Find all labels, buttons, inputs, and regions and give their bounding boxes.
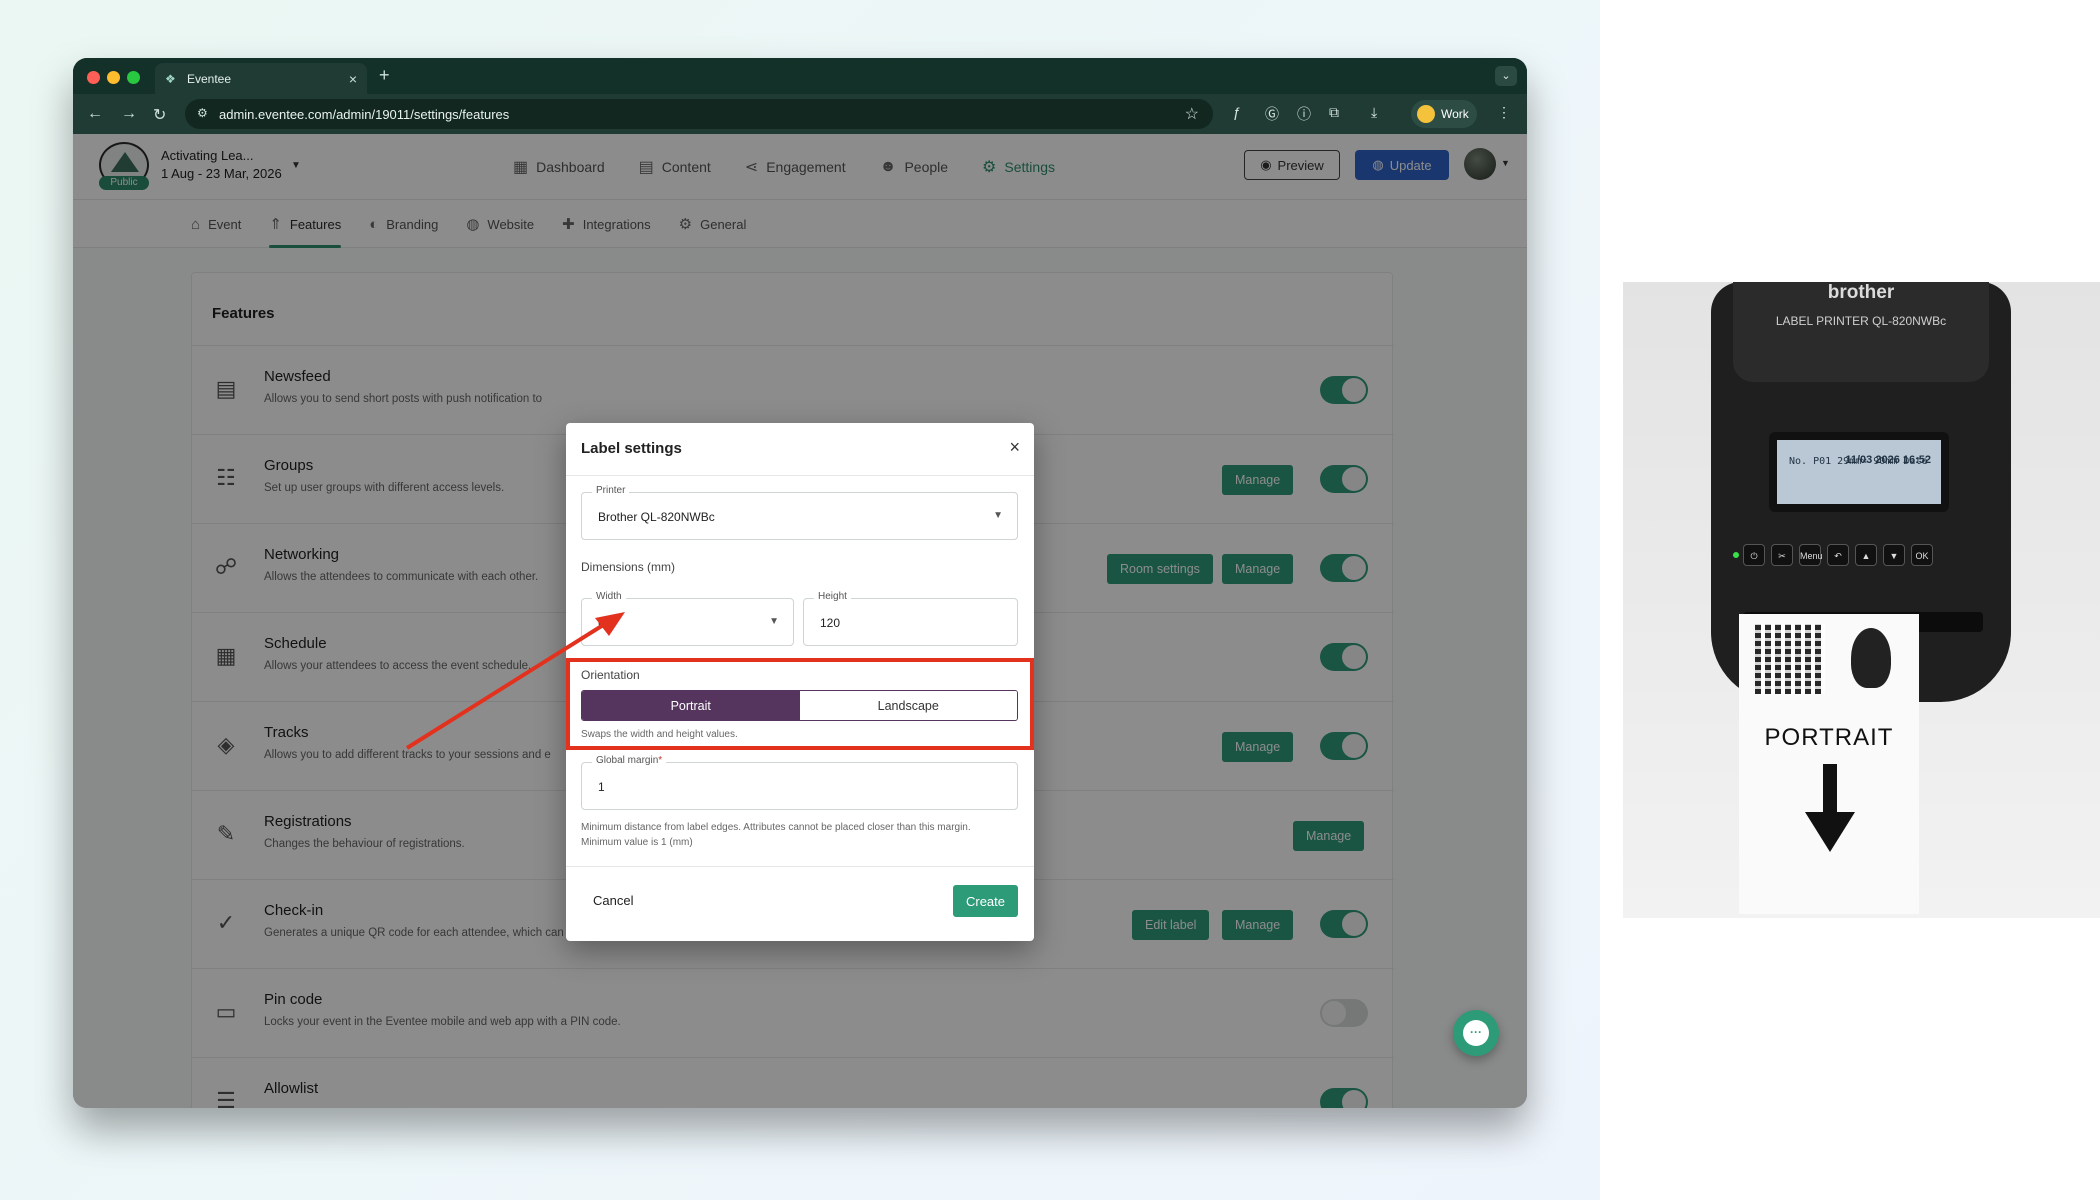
chevron-down-icon: ▼ [769, 616, 779, 627]
width-label: Width [592, 591, 626, 602]
chevron-down-icon: ▼ [993, 510, 1003, 521]
tab-bar: ❖ Eventee × + ⌄ [73, 58, 1527, 94]
profile-button[interactable]: Work [1411, 100, 1477, 128]
margin-minimum-hint: Minimum value is 1 (mm) [581, 837, 693, 848]
printer-select[interactable]: Printer Brother QL-820NWBc ▼ [581, 485, 1018, 540]
extensions-puzzle-icon[interactable]: ⧉ [1329, 104, 1339, 121]
browser-tab[interactable]: ❖ Eventee × [155, 63, 367, 94]
chat-button[interactable]: ··· [1453, 1010, 1499, 1056]
create-button[interactable]: Create [953, 885, 1018, 917]
url-text: admin.eventee.com/admin/19011/settings/f… [219, 106, 510, 122]
minimize-window-button[interactable] [107, 71, 120, 84]
new-tab-button[interactable]: + [379, 65, 390, 86]
ok-key: OK [1911, 544, 1933, 566]
eventee-favicon-icon: ❖ [165, 71, 176, 86]
extension-grammar-icon[interactable]: Ⓖ [1265, 104, 1279, 124]
margin-hint: Minimum distance from label edges. Attri… [581, 822, 971, 833]
width-value: 62 [598, 616, 612, 630]
bookmark-star-icon[interactable]: ☆ [1185, 104, 1199, 124]
printed-label: PORTRAIT [1739, 614, 1919, 914]
printer-top: brother LABEL PRINTER QL-820NWBc [1733, 282, 1989, 382]
browser-window: ❖ Eventee × + ⌄ ← → ↻ ⚙ admin.eventee.co… [73, 58, 1527, 1108]
download-icon[interactable]: ⤓ [1371, 104, 1377, 121]
margin-value: 1 [598, 780, 605, 794]
power-key-icon: ⏻ [1743, 544, 1765, 566]
label-text: PORTRAIT [1764, 724, 1894, 751]
logo-silhouette [1851, 628, 1891, 688]
power-led [1733, 552, 1739, 558]
back-arrow-icon[interactable]: ← [87, 105, 103, 123]
margin-label: Global margin* [592, 755, 667, 766]
height-label: Height [814, 591, 851, 602]
height-input[interactable]: Height 120 [803, 591, 1018, 646]
margin-label-text: Global margin [596, 755, 659, 766]
address-bar[interactable]: ⚙ admin.eventee.com/admin/19011/settings… [185, 99, 1213, 129]
lcd-time: 11/03 2026 16:52 [1845, 454, 1931, 466]
printer-value: Brother QL-820NWBc [598, 510, 715, 524]
reload-icon[interactable]: ↻ [153, 105, 166, 125]
divider [566, 866, 1034, 867]
cancel-button[interactable]: Cancel [593, 893, 633, 908]
global-margin-input[interactable]: Global margin* 1 [581, 755, 1018, 810]
down-arrow-head [1805, 812, 1855, 852]
label-settings-dialog: Label settings × Printer Brother QL-820N… [566, 423, 1034, 941]
required-asterisk: * [658, 755, 663, 766]
site-info-icon[interactable]: ⚙ [197, 106, 208, 120]
tab-search-chevron-icon[interactable]: ⌄ [1495, 66, 1517, 86]
tab-title: Eventee [187, 71, 232, 86]
qr-code [1755, 624, 1825, 694]
browser-toolbar: ← → ↻ ⚙ admin.eventee.com/admin/19011/se… [73, 94, 1527, 134]
close-icon[interactable]: × [1009, 437, 1020, 458]
down-key-icon: ▼ [1883, 544, 1905, 566]
extension-script-icon[interactable]: ƒ [1233, 104, 1241, 120]
printer-label: Printer [592, 485, 630, 496]
down-arrow-icon [1823, 764, 1837, 816]
height-value: 120 [820, 616, 841, 630]
tab-close-icon[interactable]: × [349, 71, 357, 87]
app-content: Public Activating Lea... 1 Aug - 23 Mar,… [73, 134, 1527, 1108]
divider [566, 475, 1034, 476]
up-key-icon: ▲ [1855, 544, 1877, 566]
maximize-window-button[interactable] [127, 71, 140, 84]
extension-info-icon[interactable]: ⓘ [1297, 104, 1311, 124]
browser-menu-icon[interactable]: ⋮ [1497, 104, 1511, 121]
printer-brand: brother [1827, 282, 1895, 303]
printer-model: LABEL PRINTER QL-820NWBc [1775, 314, 1947, 328]
printer-keypad: ⏻ ✂ Menu ↶ ▲ ▼ OK [1743, 544, 1983, 578]
back-key-icon: ↶ [1827, 544, 1849, 566]
orientation-highlight-box [566, 658, 1034, 750]
cut-key-icon: ✂ [1771, 544, 1793, 566]
dialog-title: Label settings [581, 440, 682, 457]
width-select[interactable]: Width 62 ▼ [581, 591, 794, 646]
printer-lcd: No. P01 29mm× 90mm Date 11/03 2026 16:52 [1769, 432, 1949, 512]
close-window-button[interactable] [87, 71, 100, 84]
printer-photo: brother LABEL PRINTER QL-820NWBc No. P01… [1623, 282, 2100, 918]
dimensions-label: Dimensions (mm) [581, 560, 676, 574]
chat-icon: ··· [1463, 1020, 1489, 1046]
menu-key: Menu [1799, 544, 1823, 566]
forward-arrow-icon[interactable]: → [121, 105, 137, 123]
profile-label: Work [1441, 107, 1469, 121]
profile-avatar-icon [1417, 105, 1435, 123]
